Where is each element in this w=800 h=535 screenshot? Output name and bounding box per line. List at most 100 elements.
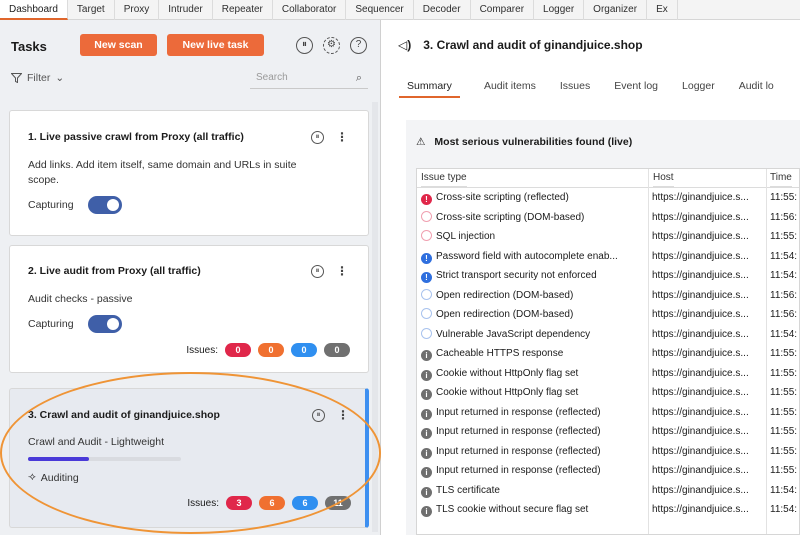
- table-row[interactable]: Open redirection (DOM-based) https://gina…: [417, 305, 799, 325]
- tab-intruder[interactable]: Intruder: [159, 0, 213, 20]
- table-row[interactable]: ! Cross-site scripting (reflected) https:/…: [417, 188, 799, 208]
- tasks-scrollbar[interactable]: [372, 102, 378, 532]
- issue-type-text: Password field with autocomplete enab...: [436, 250, 618, 262]
- pause-icon[interactable]: ⏸: [296, 37, 313, 54]
- host-cell: https://ginandjuice.s...: [652, 465, 749, 476]
- more-options-icon[interactable]: ⋮: [336, 264, 348, 278]
- severity-info-icon: i: [421, 350, 432, 361]
- issue-type-text: Open redirection (DOM-based): [436, 289, 574, 301]
- tab-audit-log[interactable]: Audit lo: [739, 80, 774, 98]
- issue-type-cell: i Input returned in response (reflected): [421, 422, 645, 442]
- search-input[interactable]: Search ⌕: [250, 69, 368, 89]
- host-cell: https://ginandjuice.s...: [652, 484, 749, 496]
- host-cell: https://ginandjuice.s...: [652, 270, 749, 281]
- pause-icon[interactable]: ⏸: [311, 264, 324, 278]
- filter-control[interactable]: Filter ⌄: [11, 72, 64, 84]
- tab-comparer[interactable]: Comparer: [471, 0, 535, 20]
- issue-type-cell: Open redirection (DOM-based): [421, 286, 645, 306]
- table-row[interactable]: i Input returned in response (reflected) h…: [417, 461, 799, 481]
- issue-type-text: Input returned in response (reflected): [436, 406, 601, 418]
- settings-gear-icon[interactable]: ⚙: [323, 37, 340, 54]
- tab-collaborator[interactable]: Collaborator: [273, 0, 347, 20]
- tab-sequencer[interactable]: Sequencer: [346, 0, 414, 20]
- help-icon[interactable]: ?: [350, 37, 367, 54]
- tab-decoder[interactable]: Decoder: [414, 0, 471, 20]
- column-header-issue-type[interactable]: Issue type: [421, 169, 467, 187]
- capturing-label: Capturing: [28, 199, 74, 211]
- column-header-time[interactable]: Time: [770, 169, 792, 187]
- collapse-panel-icon[interactable]: ◁): [398, 38, 411, 52]
- tab-proxy[interactable]: Proxy: [115, 0, 160, 20]
- task-card-1[interactable]: 1. Live passive crawl from Proxy (all tr…: [9, 110, 369, 236]
- tab-dashboard[interactable]: Dashboard: [0, 0, 68, 20]
- tab-repeater[interactable]: Repeater: [213, 0, 273, 20]
- time-cell: 11:55:: [770, 445, 798, 457]
- tasks-panel: Tasks New scan New live task ⏸ ⚙ ? Filte…: [0, 20, 381, 535]
- low-issues-count[interactable]: 0: [291, 343, 317, 357]
- table-row[interactable]: i Cacheable HTTPS response https://ginandj…: [417, 344, 799, 364]
- table-row[interactable]: SQL injection https://ginandjuice.s... 11:…: [417, 227, 799, 247]
- table-row[interactable]: Open redirection (DOM-based) https://gina…: [417, 286, 799, 306]
- tab-logger[interactable]: Logger: [682, 80, 715, 98]
- pause-icon[interactable]: ⏸: [312, 408, 325, 422]
- severity-low-tent-icon: [421, 288, 432, 300]
- issue-type-text: Strict transport security not enforced: [436, 270, 597, 281]
- host-cell: https://ginandjuice.s...: [652, 387, 749, 398]
- issue-type-text: Input returned in response (reflected): [436, 445, 601, 457]
- table-row[interactable]: Vulnerable JavaScript dependency https://…: [417, 325, 799, 345]
- table-row[interactable]: i Cookie without HttpOnly flag set https:/…: [417, 364, 799, 384]
- main-tab-bar: Dashboard Target Proxy Intruder Repeater…: [0, 0, 800, 20]
- severity-info-icon: i: [421, 447, 432, 459]
- severity-high-tent-icon: [421, 210, 432, 222]
- tab-event-log[interactable]: Event log: [614, 80, 658, 98]
- info-issues-count[interactable]: 0: [324, 343, 350, 357]
- new-scan-button[interactable]: New scan: [80, 34, 157, 56]
- more-options-icon[interactable]: ⋮: [337, 408, 349, 422]
- table-row[interactable]: i Input returned in response (reflected) h…: [417, 442, 799, 462]
- tab-target[interactable]: Target: [68, 0, 115, 20]
- more-options-icon[interactable]: ⋮: [336, 130, 348, 144]
- table-row[interactable]: ! Password field with autocomplete enab..…: [417, 247, 799, 267]
- tab-issues[interactable]: Issues: [560, 80, 590, 98]
- high-issues-count[interactable]: 3: [226, 496, 252, 510]
- time-cell: 11:55:: [770, 426, 798, 437]
- capturing-toggle[interactable]: [88, 196, 122, 214]
- issue-type-cell: Vulnerable JavaScript dependency: [421, 325, 645, 345]
- chevron-down-icon: ⌄: [55, 72, 65, 84]
- tab-summary[interactable]: Summary: [399, 80, 460, 98]
- issues-label: Issues:: [187, 497, 219, 509]
- medium-issues-count[interactable]: 0: [258, 343, 284, 357]
- tab-logger[interactable]: Logger: [534, 0, 585, 20]
- table-row[interactable]: ! Strict transport security not enforced h…: [417, 266, 799, 286]
- pause-icon[interactable]: ⏸: [311, 130, 324, 144]
- table-row[interactable]: i TLS certificate https://ginandjuice.s...…: [417, 481, 799, 501]
- high-issues-count[interactable]: 0: [225, 343, 251, 357]
- table-row[interactable]: i Cookie without HttpOnly flag set https:/…: [417, 383, 799, 403]
- low-issues-count[interactable]: 6: [292, 496, 318, 510]
- capturing-toggle[interactable]: [88, 315, 122, 333]
- vulnerabilities-table: Issue type Host Time ! Cross-site scripti…: [416, 168, 800, 535]
- time-cell: 11:54:: [770, 270, 798, 281]
- new-live-task-button[interactable]: New live task: [167, 34, 264, 56]
- column-header-host[interactable]: Host: [653, 169, 674, 187]
- tab-extensions[interactable]: Ex: [647, 0, 678, 20]
- issues-label: Issues:: [186, 344, 218, 356]
- info-issues-count[interactable]: 11: [325, 496, 351, 510]
- time-cell: 11:55:: [770, 465, 798, 476]
- task-card-3[interactable]: 3. Crawl and audit of ginandjuice.shop ⏸…: [9, 388, 369, 528]
- tab-organizer[interactable]: Organizer: [584, 0, 648, 20]
- table-row[interactable]: i TLS cookie without secure flag set https…: [417, 500, 799, 520]
- issue-type-text: Input returned in response (reflected): [436, 465, 601, 476]
- medium-issues-count[interactable]: 6: [259, 496, 285, 510]
- time-cell: 11:55:: [770, 348, 798, 359]
- table-row[interactable]: i Input returned in response (reflected) h…: [417, 403, 799, 423]
- table-row[interactable]: i Input returned in response (reflected) h…: [417, 422, 799, 442]
- time-cell: 11:56:: [770, 211, 798, 223]
- tab-audit-items[interactable]: Audit items: [484, 80, 536, 98]
- task-detail-title: 3. Crawl and audit of ginandjuice.shop: [423, 38, 643, 52]
- severity-high-tent-icon: [421, 230, 432, 241]
- table-row[interactable]: Cross-site scripting (DOM-based) https://…: [417, 208, 799, 228]
- time-cell: 11:54:: [770, 250, 798, 262]
- task-card-2[interactable]: 2. Live audit from Proxy (all traffic) ⏸…: [9, 245, 369, 373]
- host-cell: https://ginandjuice.s...: [652, 309, 749, 320]
